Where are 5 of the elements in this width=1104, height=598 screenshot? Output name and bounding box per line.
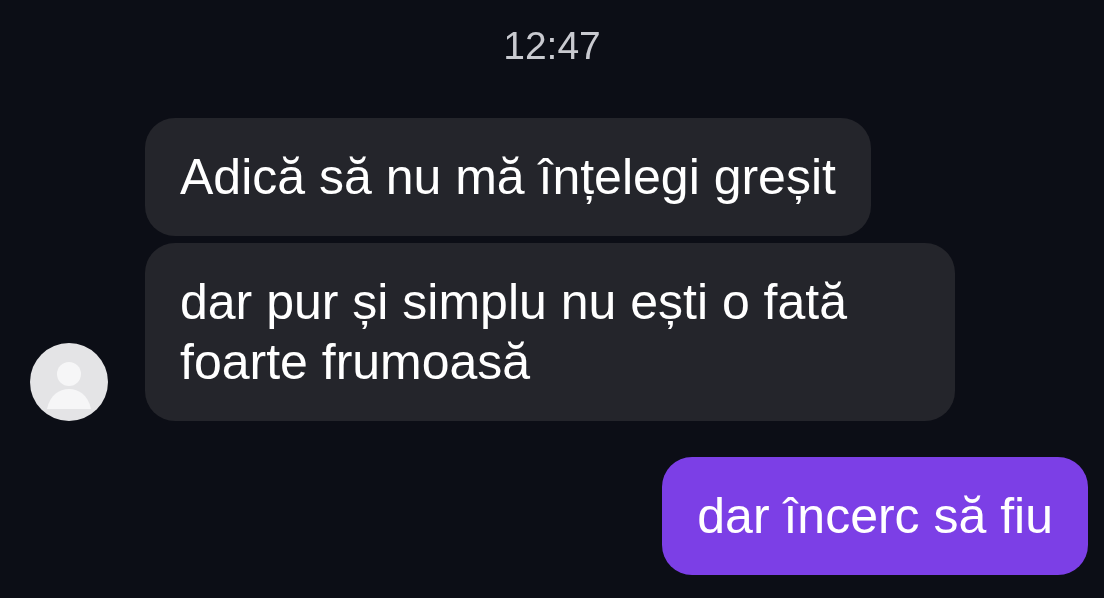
message-time: 12:47: [503, 24, 601, 68]
message-bubble: Adică să nu mă înțelegi greșit: [145, 118, 871, 236]
message-bubble: dar încerc să fiu: [662, 457, 1088, 575]
avatar-icon[interactable]: [30, 343, 108, 421]
message-bubble: dar pur și simplu nu ești o fată foarte frumoasă: [145, 243, 955, 421]
